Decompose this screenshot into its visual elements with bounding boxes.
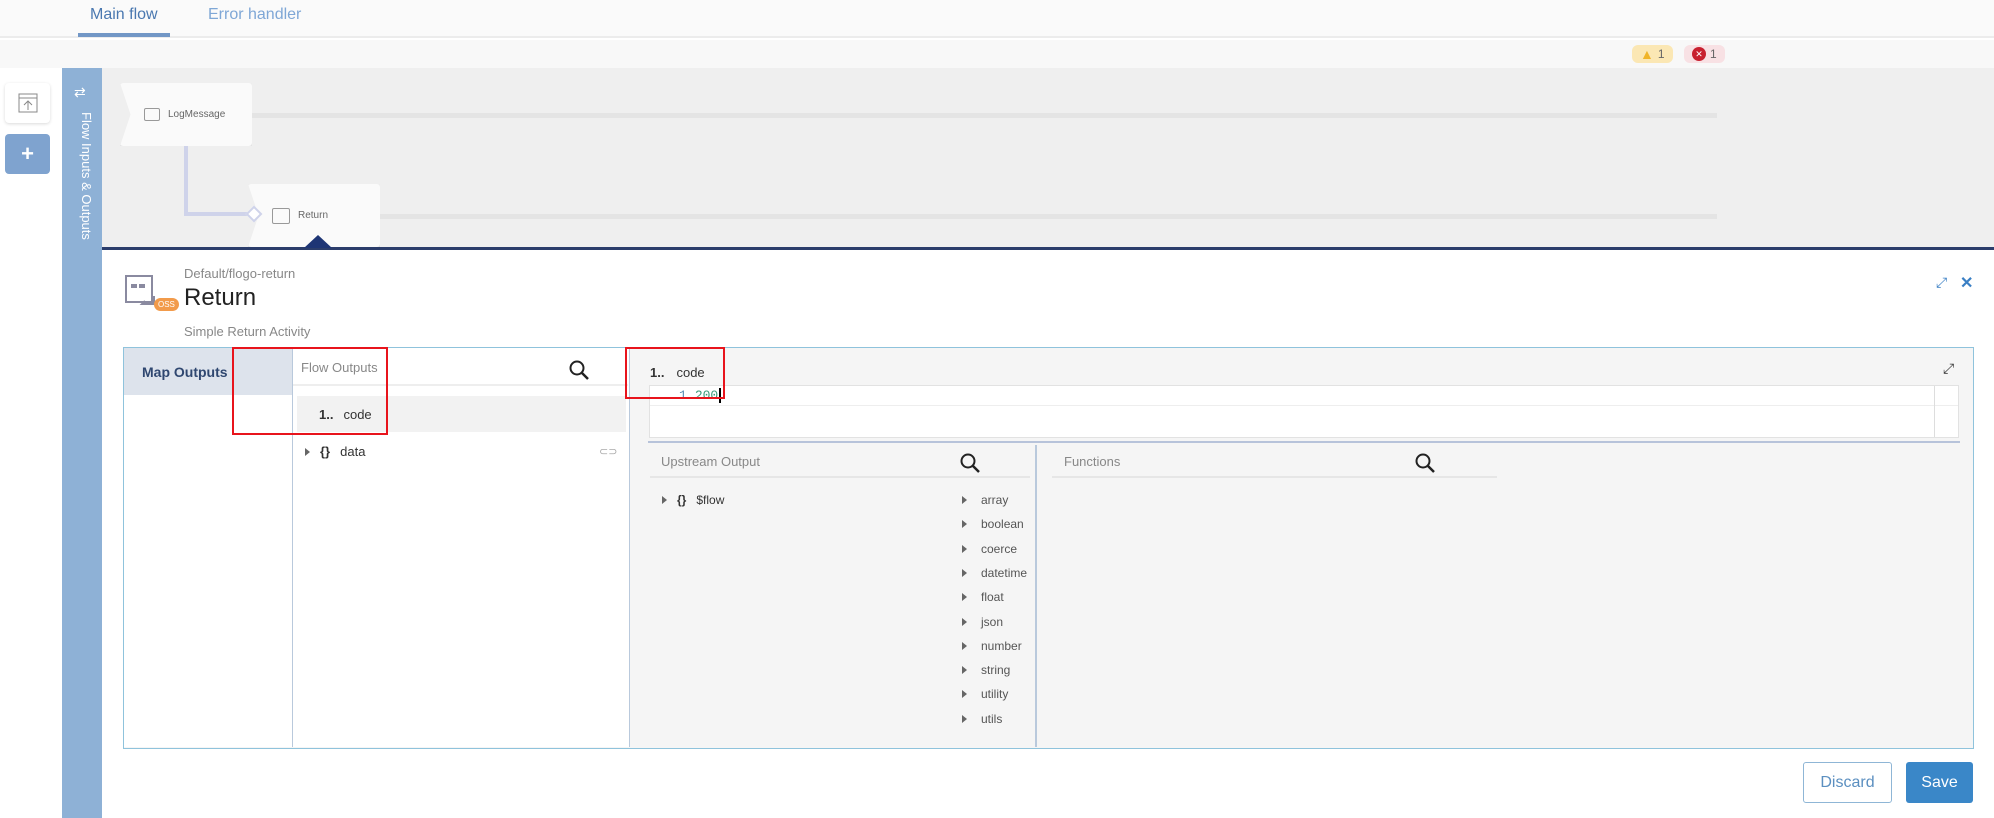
- function-category[interactable]: utils: [962, 712, 1002, 726]
- highlight-box: [232, 347, 388, 435]
- object-type-icon: {}: [320, 444, 331, 459]
- function-category[interactable]: string: [962, 663, 1010, 677]
- expand-caret-icon[interactable]: [962, 690, 967, 699]
- expand-caret-icon[interactable]: [962, 666, 967, 675]
- search-icon[interactable]: [568, 359, 590, 381]
- book-icon: [144, 108, 160, 121]
- node-label: LogMessage: [168, 109, 226, 120]
- item-label: $flow: [696, 493, 725, 507]
- function-category[interactable]: float: [962, 590, 1004, 604]
- node-logmessage[interactable]: LogMessage: [120, 83, 252, 146]
- expand-editor-icon[interactable]: ⤢: [1943, 360, 1954, 377]
- lane: [252, 113, 1717, 118]
- function-category[interactable]: boolean: [962, 517, 1024, 531]
- divider: [1035, 445, 1037, 747]
- function-category[interactable]: coerce: [962, 542, 1017, 556]
- function-category[interactable]: number: [962, 639, 1022, 653]
- function-category-label: float: [981, 590, 1004, 605]
- upstream-item-flow[interactable]: {} $flow: [662, 493, 724, 507]
- error-count: 1: [1710, 47, 1717, 61]
- expand-caret-icon[interactable]: [305, 447, 310, 456]
- import-button[interactable]: [5, 83, 50, 123]
- highlight-box: [625, 347, 725, 399]
- oss-badge: OSS: [154, 298, 179, 311]
- divider: [1052, 476, 1497, 478]
- close-icon[interactable]: ✕: [1960, 273, 1973, 293]
- flow-canvas[interactable]: LogMessage Return: [102, 68, 1994, 250]
- function-category[interactable]: utility: [962, 687, 1008, 701]
- activity-title: Return: [184, 284, 257, 311]
- connector: [184, 146, 188, 214]
- function-category-label: coerce: [981, 541, 1018, 556]
- warning-badge[interactable]: ▲ 1: [1632, 45, 1673, 63]
- expand-caret-icon[interactable]: [962, 496, 967, 504]
- function-category-label: utils: [981, 711, 1003, 726]
- function-category-label: string: [981, 663, 1011, 678]
- error-badge[interactable]: ✕ 1: [1684, 45, 1725, 63]
- function-category-label: array: [981, 493, 1009, 507]
- mapper-panel: Map Outputs Flow Outputs 1.. code {} dat…: [123, 347, 1974, 749]
- function-category-label: utility: [981, 687, 1009, 702]
- expand-caret-icon[interactable]: [962, 568, 967, 577]
- upstream-output-title: Upstream Output: [661, 454, 760, 469]
- tab-main-flow[interactable]: Main flow: [90, 6, 158, 24]
- expand-caret-icon[interactable]: [962, 617, 967, 626]
- function-category-label: number: [981, 638, 1022, 653]
- tab-error-handler[interactable]: Error handler: [208, 6, 301, 24]
- object-type-icon: {}: [677, 493, 687, 507]
- search-icon[interactable]: [959, 452, 981, 474]
- editor-scrollbar[interactable]: [1934, 386, 1948, 437]
- add-button[interactable]: +: [5, 134, 50, 174]
- error-icon: ✕: [1692, 47, 1706, 61]
- node-label: Return: [298, 210, 329, 221]
- function-category[interactable]: json: [962, 615, 1003, 629]
- expand-caret-icon[interactable]: [962, 544, 967, 553]
- expand-caret-icon[interactable]: [962, 520, 967, 529]
- function-category[interactable]: array: [962, 493, 1008, 507]
- lane: [380, 214, 1717, 219]
- divider: [648, 441, 1960, 443]
- maximize-icon[interactable]: ⤢: [1936, 274, 1947, 291]
- connector: [184, 212, 252, 216]
- discard-button[interactable]: Discard: [1803, 762, 1892, 803]
- warning-icon: ▲: [1640, 46, 1654, 62]
- output-item-data[interactable]: {} data: [305, 444, 365, 459]
- divider: [650, 476, 1030, 478]
- upload-window-icon: [18, 93, 37, 113]
- functions-title: Functions: [1064, 454, 1121, 469]
- active-tab-indicator: [78, 33, 170, 37]
- warning-count: 1: [1657, 47, 1665, 61]
- item-label: data: [340, 444, 366, 459]
- flow-io-label[interactable]: Flow Inputs & Outputs: [70, 112, 94, 312]
- plus-icon: +: [21, 141, 34, 166]
- activity-description: Simple Return Activity: [184, 324, 311, 339]
- function-category-label: datetime: [981, 565, 1028, 580]
- expand-caret-icon[interactable]: [962, 641, 967, 650]
- search-icon[interactable]: [1414, 452, 1436, 474]
- expand-caret-icon[interactable]: [662, 496, 667, 504]
- function-category[interactable]: datetime: [962, 566, 1027, 580]
- expression-editor[interactable]: 1 200: [649, 385, 1959, 438]
- function-category-label: boolean: [981, 517, 1024, 532]
- save-button[interactable]: Save: [1906, 762, 1973, 803]
- return-icon: [272, 207, 290, 224]
- activity-ref: Default/flogo-return: [184, 266, 296, 281]
- function-category-label: json: [981, 614, 1004, 629]
- swap-icon: ⇄: [74, 84, 86, 100]
- expand-caret-icon[interactable]: [962, 714, 967, 723]
- selection-pointer: [304, 235, 332, 248]
- expand-caret-icon[interactable]: [962, 593, 967, 602]
- return-activity-icon: [124, 274, 164, 319]
- link-icon: ⊂⊃: [599, 446, 618, 458]
